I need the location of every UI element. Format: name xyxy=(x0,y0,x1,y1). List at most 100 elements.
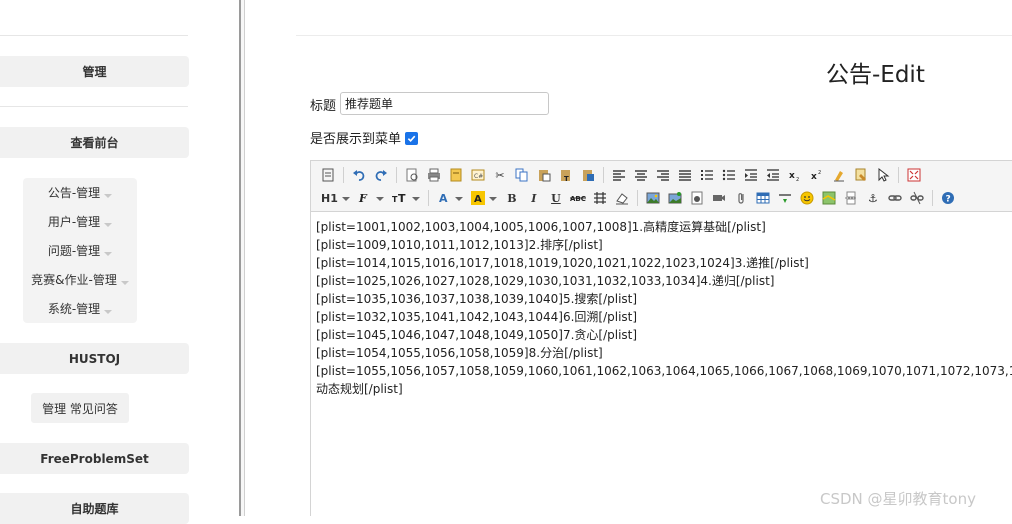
sidebar-item-manage[interactable]: 管理 xyxy=(0,56,189,87)
select-all-icon[interactable] xyxy=(874,166,892,184)
toolbar-separator xyxy=(898,167,899,183)
submenu-item-label: 公告-管理 xyxy=(47,186,101,200)
flash-icon[interactable] xyxy=(688,189,706,207)
svg-text:?: ? xyxy=(945,195,950,205)
undo-icon[interactable] xyxy=(350,166,368,184)
font-color-icon[interactable]: A xyxy=(435,189,465,207)
manage-submenu: 公告-管理 用户-管理 问题-管理 竞赛&作业-管理 系统-管理 xyxy=(23,178,137,323)
align-right-icon[interactable] xyxy=(654,166,672,184)
cut-icon[interactable]: ✂ xyxy=(491,166,509,184)
redo-icon[interactable] xyxy=(372,166,390,184)
superscript-icon[interactable]: x2 xyxy=(808,166,826,184)
paste-icon[interactable] xyxy=(535,166,553,184)
remove-format-icon[interactable] xyxy=(613,189,631,207)
editor-content[interactable]: [plist=1001,1002,1003,1004,1005,1006,100… xyxy=(316,218,1012,398)
svg-text:A: A xyxy=(474,194,482,205)
svg-text:x: x xyxy=(789,171,795,181)
line-height-icon[interactable] xyxy=(591,189,609,207)
sidebar-item-label: HUSTOJ xyxy=(68,351,121,366)
pagebreak-icon[interactable] xyxy=(842,189,860,207)
unlink-icon[interactable] xyxy=(908,189,926,207)
pane-splitter[interactable] xyxy=(239,0,245,516)
sidebar-item-view-front[interactable]: 查看前台 xyxy=(0,127,189,158)
outdent-icon[interactable] xyxy=(764,166,782,184)
align-center-icon[interactable] xyxy=(632,166,650,184)
align-left-icon[interactable] xyxy=(610,166,628,184)
indent-icon[interactable] xyxy=(742,166,760,184)
watermark: CSDN @星卯教育tony xyxy=(820,490,976,508)
code-icon[interactable]: C# xyxy=(469,166,487,184)
font-size-icon[interactable]: TT xyxy=(390,189,422,207)
map-icon[interactable] xyxy=(820,189,838,207)
help-icon[interactable]: ? xyxy=(939,189,957,207)
ordered-list-icon[interactable] xyxy=(698,166,716,184)
svg-text:T: T xyxy=(564,175,569,182)
chevron-down-icon xyxy=(104,309,113,314)
heading-icon[interactable]: H1 xyxy=(319,189,352,207)
font-family-icon[interactable]: F xyxy=(356,189,386,207)
multi-image-icon[interactable] xyxy=(666,189,684,207)
strikethrough-icon[interactable]: ABC xyxy=(569,189,587,207)
manage-faq-button[interactable]: 管理 常见问答 xyxy=(31,393,129,423)
content-line: [plist=1055,1056,1057,1058,1059,1060,106… xyxy=(316,364,1012,378)
paste-text-icon[interactable]: T xyxy=(557,166,575,184)
sidebar-item-label: 管理 xyxy=(82,65,107,79)
hr-icon[interactable] xyxy=(776,189,794,207)
svg-text:2: 2 xyxy=(818,170,821,176)
source-icon[interactable] xyxy=(319,166,337,184)
clear-format-icon[interactable] xyxy=(830,166,848,184)
sidebar-item-self-help[interactable]: 自助题库 xyxy=(0,493,189,524)
preview-icon[interactable] xyxy=(403,166,421,184)
chevron-down-icon xyxy=(120,280,129,285)
page-title: 公告-Edit xyxy=(826,62,925,88)
svg-text:2: 2 xyxy=(796,177,799,182)
chevron-down-icon xyxy=(454,197,463,201)
table-icon[interactable] xyxy=(754,189,772,207)
sidebar-item-free-problem-set[interactable]: FreeProblemSet xyxy=(0,443,189,474)
svg-text:A: A xyxy=(439,192,448,205)
highlight-icon[interactable]: A xyxy=(469,189,499,207)
sidebar-item-hustoj[interactable]: HUSTOJ xyxy=(0,343,189,374)
image-icon[interactable] xyxy=(644,189,662,207)
content-line: [plist=1054,1055,1056,1058,1059]8.分治[/pl… xyxy=(316,346,603,360)
fullscreen-icon[interactable] xyxy=(905,166,923,184)
submenu-item-system[interactable]: 系统-管理 xyxy=(23,294,137,323)
svg-text:x: x xyxy=(811,172,817,182)
attachment-icon[interactable] xyxy=(732,189,750,207)
link-icon[interactable] xyxy=(886,189,904,207)
emoticon-icon[interactable] xyxy=(798,189,816,207)
justify-icon[interactable] xyxy=(676,166,694,184)
underline-icon[interactable]: U xyxy=(547,189,565,207)
copy-icon[interactable] xyxy=(513,166,531,184)
show-menu-checkbox[interactable] xyxy=(405,132,418,145)
italic-icon[interactable]: I xyxy=(525,189,543,207)
subscript-icon[interactable]: x2 xyxy=(786,166,804,184)
toolbar-separator xyxy=(636,190,638,206)
chevron-down-icon xyxy=(104,193,113,198)
svg-text:T: T xyxy=(398,192,406,205)
content-line: [plist=1035,1036,1037,1038,1039,1040]5.搜… xyxy=(316,292,638,306)
bold-icon[interactable]: B xyxy=(503,189,521,207)
template-icon[interactable] xyxy=(447,166,465,184)
print-icon[interactable] xyxy=(425,166,443,184)
format-brush-icon[interactable] xyxy=(852,166,870,184)
show-menu-label: 是否展示到菜单 xyxy=(310,132,402,147)
toolbar-separator xyxy=(343,167,344,183)
button-label: 管理 常见问答 xyxy=(42,401,118,416)
submenu-item-user[interactable]: 用户-管理 xyxy=(23,207,137,236)
submenu-item-notice[interactable]: 公告-管理 xyxy=(23,178,137,207)
sidebar-divider xyxy=(0,106,188,107)
content-line: [plist=1045,1046,1047,1048,1049,1050]7.贪… xyxy=(316,328,638,342)
submenu-item-problem[interactable]: 问题-管理 xyxy=(23,236,137,265)
title-input[interactable] xyxy=(340,92,549,115)
content-line: [plist=1001,1002,1003,1004,1005,1006,100… xyxy=(316,220,766,234)
submenu-item-contest[interactable]: 竞赛&作业-管理 xyxy=(23,265,137,294)
rich-text-editor: C# ✂ T x2 x2 H1 F TT A A B I U ABC ⚓ ? [… xyxy=(310,160,1012,516)
toolbar-separator xyxy=(603,167,604,183)
media-icon[interactable] xyxy=(710,189,728,207)
content-line: [plist=1025,1026,1027,1028,1029,1030,103… xyxy=(316,274,775,288)
anchor-icon[interactable]: ⚓ xyxy=(864,189,882,207)
unordered-list-icon[interactable] xyxy=(720,166,738,184)
paste-word-icon[interactable] xyxy=(579,166,597,184)
chevron-down-icon xyxy=(411,197,420,201)
